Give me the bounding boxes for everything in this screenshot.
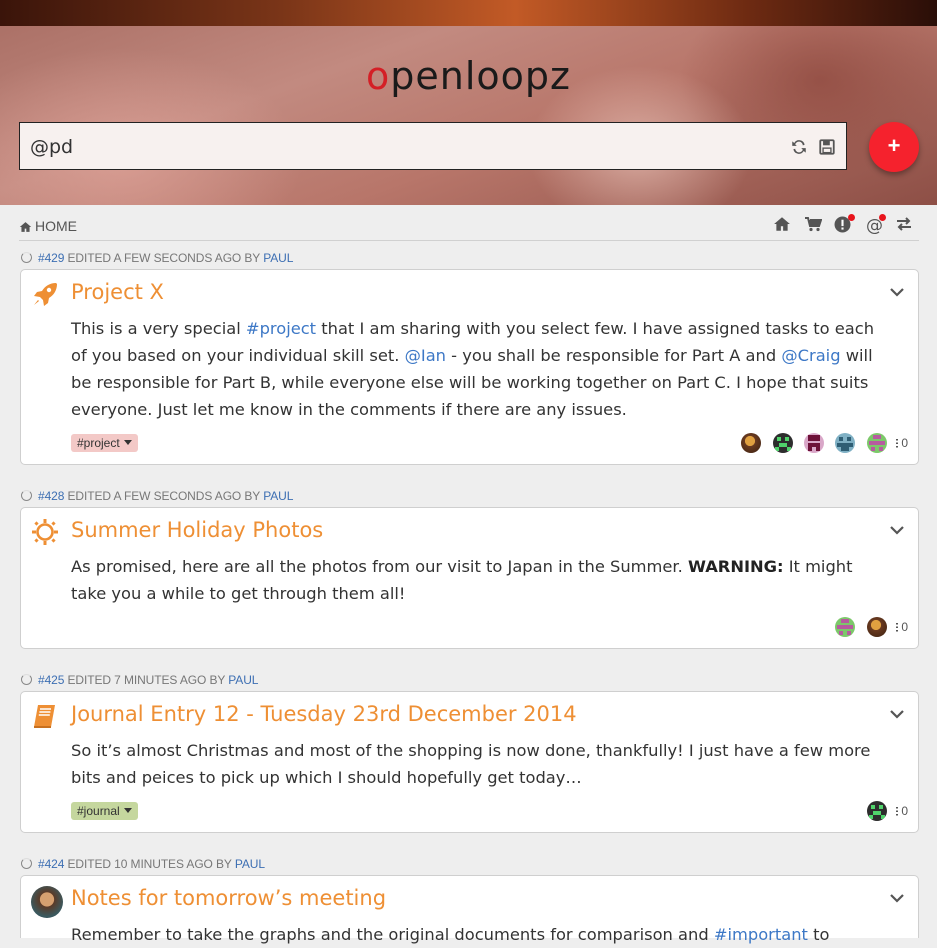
save-icon[interactable]	[818, 138, 836, 156]
avatar[interactable]	[866, 617, 887, 637]
avatar[interactable]	[741, 433, 762, 453]
tag-label: #journal	[77, 804, 120, 818]
add-post-button[interactable]: +	[869, 122, 919, 172]
avatar[interactable]	[835, 617, 856, 637]
post-meta-text: EDITED A FEW SECONDS AGO BY	[67, 489, 261, 503]
count-value: 0	[901, 620, 908, 634]
refresh-icon[interactable]	[790, 138, 808, 156]
post-author[interactable]: PAUL	[263, 489, 293, 503]
avatar[interactable]	[866, 433, 887, 453]
post-card[interactable]: Journal Entry 12 - Tuesday 23rd December…	[20, 691, 919, 833]
participants: 0	[828, 617, 908, 639]
post-meta: #424 EDITED 10 MINUTES AGO BY PAUL	[21, 857, 265, 871]
breadcrumb[interactable]: HOME	[19, 218, 77, 234]
count-value: 0	[901, 804, 908, 818]
post-title[interactable]: Project X	[71, 280, 164, 304]
post-body: As promised, here are all the photos fro…	[71, 553, 891, 607]
chevron-down-icon[interactable]	[890, 286, 904, 298]
post-meta: #429 EDITED A FEW SECONDS AGO BY PAUL	[21, 251, 293, 265]
body-text: - you shall be responsible for Part A an…	[446, 346, 782, 365]
post-number[interactable]: #429	[38, 251, 64, 265]
rocket-icon	[34, 283, 57, 306]
post-meta-text: EDITED 10 MINUTES AGO BY	[67, 857, 232, 871]
mention-link[interactable]: @Craig	[781, 346, 840, 365]
post-title[interactable]: Notes for tomorrow’s meeting	[71, 886, 386, 910]
post-meta: #425 EDITED 7 MINUTES AGO BY PAUL	[21, 673, 258, 687]
comment-count[interactable]: 0	[896, 436, 908, 450]
mention-link[interactable]: @Ian	[405, 346, 446, 365]
chevron-down-icon[interactable]	[890, 524, 904, 536]
post-body: So it’s almost Christmas and most of the…	[71, 737, 891, 791]
post-title[interactable]: Journal Entry 12 - Tuesday 23rd December…	[71, 702, 577, 726]
count-value: 0	[901, 436, 908, 450]
avatar[interactable]	[835, 433, 856, 453]
post-body: Remember to take the graphs and the orig…	[71, 921, 891, 948]
tag-label: #project	[77, 436, 120, 450]
home-nav-icon[interactable]	[773, 216, 793, 236]
post-author[interactable]: PAUL	[228, 673, 258, 687]
participants: 0	[860, 801, 908, 823]
toolbar: HOME @	[19, 212, 919, 241]
post-card[interactable]: Project X This is a very special #projec…	[20, 269, 919, 465]
breadcrumb-label: HOME	[35, 218, 77, 234]
body-text: So it’s almost Christmas and most of the…	[71, 741, 871, 787]
banner-strip	[0, 0, 937, 26]
alert-icon[interactable]	[834, 214, 856, 236]
post-meta: #428 EDITED A FEW SECONDS AGO BY PAUL	[21, 489, 293, 503]
hashtag-link[interactable]: #important	[714, 925, 808, 944]
alert-badge	[848, 214, 856, 221]
book-icon	[34, 705, 55, 728]
participants: 0	[734, 433, 908, 455]
more-icon	[896, 622, 899, 632]
avatar[interactable]	[31, 886, 63, 918]
chevron-down-icon[interactable]	[890, 708, 904, 720]
cart-icon[interactable]	[804, 216, 824, 236]
post-number[interactable]: #425	[38, 673, 64, 687]
body-text: As promised, here are all the photos fro…	[71, 557, 688, 576]
toolbar-icons: @	[767, 214, 915, 236]
post-author[interactable]: PAUL	[235, 857, 265, 871]
body-text: Remember to take the graphs and the orig…	[71, 925, 714, 944]
tag-pill[interactable]: #project	[71, 434, 138, 452]
loading-icon	[21, 490, 32, 501]
loading-icon	[21, 252, 32, 263]
more-icon	[896, 438, 899, 448]
mentions-icon[interactable]: @	[865, 214, 886, 236]
header-banner: openloopz +	[0, 0, 937, 205]
post-meta-text: EDITED 7 MINUTES AGO BY	[67, 673, 226, 687]
comment-count[interactable]: 0	[896, 620, 908, 634]
body-text: This is a very special	[71, 319, 246, 338]
sun-icon	[32, 519, 58, 545]
loading-icon	[21, 674, 32, 685]
swap-icon[interactable]	[895, 216, 915, 236]
post-card[interactable]: Summer Holiday Photos As promised, here …	[20, 507, 919, 649]
more-icon	[896, 806, 899, 816]
mentions-badge	[878, 214, 886, 221]
avatar[interactable]	[772, 433, 793, 453]
post-title[interactable]: Summer Holiday Photos	[71, 518, 323, 542]
body-text: to	[807, 925, 830, 944]
post-number[interactable]: #428	[38, 489, 64, 503]
logo-text: penloopz	[390, 54, 571, 98]
chevron-down-icon[interactable]	[890, 892, 904, 904]
warning-text: WARNING:	[687, 557, 784, 576]
avatar[interactable]	[866, 801, 887, 821]
composer-box[interactable]	[19, 122, 847, 170]
post-card[interactable]: Notes for tomorrow’s meeting Remember to…	[20, 875, 919, 944]
post-author[interactable]: PAUL	[263, 251, 293, 265]
tag-pill[interactable]: #journal	[71, 802, 138, 820]
loading-icon	[21, 858, 32, 869]
post-meta-text: EDITED A FEW SECONDS AGO BY	[67, 251, 261, 265]
composer-input[interactable]	[28, 131, 772, 163]
home-icon	[19, 222, 32, 232]
comment-count[interactable]: 0	[896, 804, 908, 818]
app-logo[interactable]: openloopz	[0, 54, 937, 98]
post-body: This is a very special #project that I a…	[71, 315, 891, 423]
hashtag-link[interactable]: #project	[246, 319, 316, 338]
caret-down-icon	[123, 440, 132, 445]
post-number[interactable]: #424	[38, 857, 64, 871]
caret-down-icon	[123, 808, 132, 813]
avatar[interactable]	[803, 433, 824, 453]
